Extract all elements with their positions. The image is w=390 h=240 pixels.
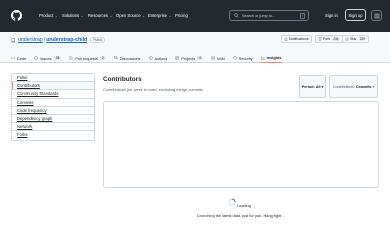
chevron-down-icon: ⌄ [168, 13, 172, 18]
chevron-down-icon: ⌄ [142, 13, 146, 18]
tab-count: 2 [99, 56, 106, 60]
chevron-down-icon: ⌄ [54, 13, 58, 18]
sidenav-item-commits[interactable]: Commits [12, 99, 94, 107]
tab-actions[interactable]: Actions [148, 53, 168, 63]
tab-label: Projects [181, 55, 196, 61]
tab-security[interactable]: Security [233, 53, 253, 63]
bell-icon [284, 37, 288, 41]
sign-in-link[interactable]: Sign in [325, 13, 338, 18]
loading-text: Loading [237, 203, 251, 208]
insights-sidenav: Pulse Contributors Community Standards C… [11, 73, 95, 141]
nav-label: Resources [88, 13, 109, 18]
repo-name-link[interactable]: understrap-child [46, 37, 87, 43]
tab-label: Pull requests [75, 55, 98, 61]
star-label: Star [350, 37, 357, 41]
tab-label: Insights [266, 55, 282, 60]
repo-separator: / [43, 37, 46, 43]
code-icon [11, 56, 15, 60]
tab-label: Security [238, 55, 253, 61]
discussion-icon [114, 56, 118, 60]
wiki-icon [211, 56, 215, 60]
notifications-button[interactable]: Notifications [281, 35, 312, 43]
star-icon [345, 37, 349, 41]
chevron-down-icon: ⌄ [109, 13, 113, 18]
nav-product[interactable]: Product ⌄ [39, 13, 58, 18]
projects-icon [175, 56, 179, 60]
tab-label: Code [17, 55, 27, 61]
shield-icon [233, 56, 237, 60]
tab-discussions[interactable]: Discussions [114, 53, 141, 63]
search-shortcut-key: / [300, 13, 305, 19]
nav-open-source[interactable]: Open Source ⌄ [116, 13, 146, 18]
fork-label: Fork [323, 37, 331, 41]
tab-pull-requests[interactable]: Pull requests 2 [69, 53, 106, 63]
sidenav-item-code-frequency[interactable]: Code frequency [12, 107, 94, 115]
tab-label: Issues [40, 55, 52, 61]
page-title: Contributors [103, 76, 142, 83]
tab-code[interactable]: Code [11, 53, 26, 63]
search-input[interactable]: Search or jump to... / [229, 10, 309, 21]
nav-label: Open Source [116, 13, 141, 18]
pull-request-icon [69, 56, 73, 60]
chevron-down-icon: ▾ [321, 84, 324, 89]
repo-tabs: Code Issues 28 Pull requests 2 Discussio… [11, 53, 290, 63]
tab-label: Discussions [119, 55, 141, 61]
nav-label: Enterprise [148, 13, 168, 18]
tab-label: Actions [154, 55, 168, 61]
nav-label: Solutions [62, 13, 80, 18]
notifications-label: Notifications [289, 37, 309, 41]
loading-spinner-icon [228, 198, 236, 206]
crunching-text: Crunching the latest data, just for you.… [196, 213, 286, 218]
tab-issues[interactable]: Issues 28 [34, 53, 62, 63]
sidenav-item-dependency-graph[interactable]: Dependency graph [12, 115, 94, 124]
sidenav-item-contributors[interactable]: Contributors [12, 82, 94, 91]
page-subtitle: Contributions per week to main, excludin… [103, 87, 203, 92]
contributions-prefix: Contributions: [332, 84, 356, 89]
repo-title: understrap / understrap-child Public [11, 37, 106, 43]
repository-header: understrap / understrap-child Public Not… [0, 32, 390, 63]
issue-icon [34, 56, 38, 60]
period-label: Period: All [301, 84, 321, 89]
nav-label: Pricing [175, 13, 188, 18]
search-icon [234, 13, 239, 18]
tab-count: 0 [197, 56, 204, 60]
sidenav-item-community-standards[interactable]: Community Standards [12, 90, 94, 99]
sidenav-item-pulse[interactable]: Pulse [12, 74, 94, 83]
fork-icon [318, 37, 322, 41]
search-placeholder: Search or jump to... [242, 13, 276, 18]
tab-count: 28 [53, 56, 62, 60]
tab-projects[interactable]: Projects 0 [175, 53, 204, 63]
repo-icon [11, 37, 15, 43]
tab-wiki[interactable]: Wiki [211, 53, 225, 63]
star-count: 329 [358, 37, 366, 41]
nav-label: Product [39, 13, 54, 18]
actions-icon [148, 56, 153, 60]
visibility-badge: Public [90, 37, 106, 43]
fork-count: 244 [332, 37, 340, 41]
crunching-message: Crunching the latest data, just for you.… [0, 213, 390, 218]
star-button[interactable]: Star 329 [342, 35, 369, 43]
fork-button[interactable]: Fork 244 [315, 35, 343, 43]
graph-icon [260, 55, 265, 60]
repo-owner-link[interactable]: understrap [18, 37, 43, 43]
sidenav-item-forks[interactable]: Forks [12, 131, 94, 139]
contributions-select[interactable]: Contributions: Commits ▾ [329, 75, 378, 98]
period-select[interactable]: Period: All ▾ [299, 75, 326, 98]
contributors-chart-panel [103, 101, 379, 188]
nav-solutions[interactable]: Solutions ⌄ [62, 13, 84, 18]
sidenav-item-network[interactable]: Network [12, 123, 94, 132]
tab-insights[interactable]: Insights [260, 53, 282, 63]
hamburger-icon [374, 13, 380, 19]
nav-resources[interactable]: Resources ⌄ [88, 13, 113, 18]
global-header: Product ⌄ Solutions ⌄ Resources ⌄ Open Sour… [0, 0, 390, 32]
nav-enterprise[interactable]: Enterprise ⌄ [148, 13, 172, 18]
menu-button[interactable] [371, 10, 382, 21]
sign-up-button[interactable]: Sign up [345, 9, 366, 21]
tab-label: Wiki [217, 55, 225, 61]
contributions-value: Commits [356, 84, 372, 89]
github-logo-icon[interactable] [11, 10, 22, 21]
nav-pricing[interactable]: Pricing [175, 13, 188, 18]
chevron-down-icon: ⌄ [80, 13, 84, 18]
chevron-down-icon: ▾ [372, 84, 375, 89]
